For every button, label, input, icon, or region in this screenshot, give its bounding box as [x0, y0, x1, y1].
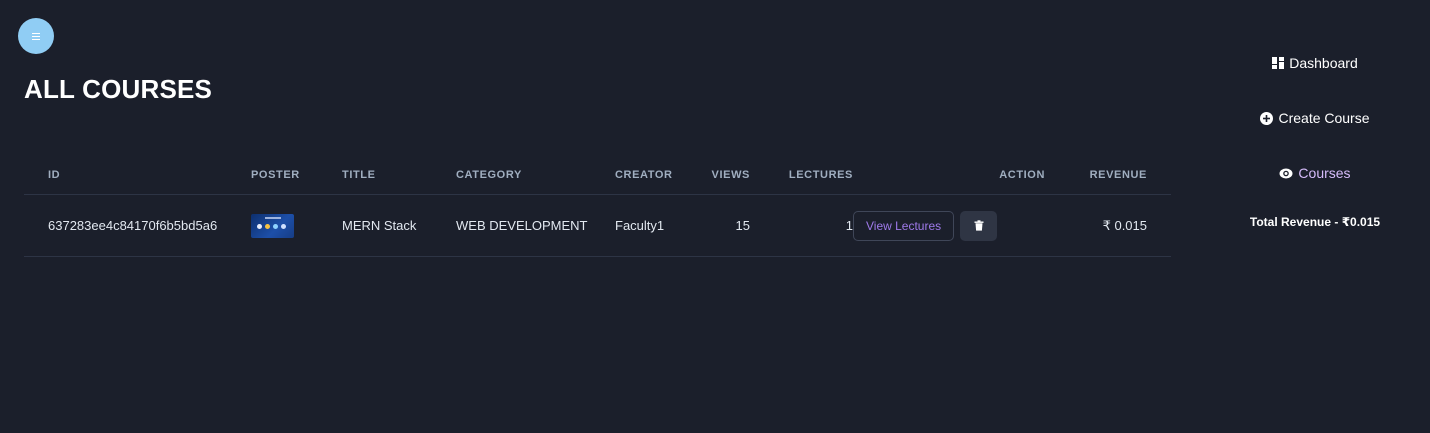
- course-revenue: ₹ 0.015: [1045, 194, 1171, 257]
- eye-icon: [1279, 168, 1293, 178]
- delete-course-button[interactable]: [960, 210, 998, 241]
- view-lectures-button[interactable]: View Lectures: [853, 210, 955, 241]
- course-title: MERN Stack: [342, 194, 456, 257]
- table-body: 637283ee4c84170f6b5bd5a6 MERN Stack WEB …: [24, 194, 1171, 257]
- header-title: TITLE: [342, 156, 456, 195]
- course-category: WEB DEVELOPMENT: [456, 194, 615, 257]
- header-id: ID: [24, 156, 251, 195]
- courses-table: ID POSTER TITLE CATEGORY CREATOR VIEWS L…: [24, 156, 1171, 257]
- sidebar-item-dashboard[interactable]: Dashboard: [1200, 55, 1430, 71]
- hamburger-icon: [32, 32, 40, 40]
- action-cell: View Lectures: [853, 194, 1045, 257]
- poster-cell: [251, 194, 342, 257]
- total-revenue: Total Revenue - ₹0.015: [1249, 215, 1381, 229]
- header-category: CATEGORY: [456, 156, 615, 195]
- course-lectures: 1: [750, 194, 853, 257]
- sidebar: Dashboard Create Course Courses Total Re…: [1200, 0, 1430, 433]
- table-row: 637283ee4c84170f6b5bd5a6 MERN Stack WEB …: [24, 194, 1171, 257]
- header-row: ID POSTER TITLE CATEGORY CREATOR VIEWS L…: [24, 156, 1171, 195]
- course-creator: Faculty1: [615, 194, 695, 257]
- header-creator: CREATOR: [615, 156, 695, 195]
- course-id: 637283ee4c84170f6b5bd5a6: [24, 194, 251, 257]
- admin-courses-page: ALL COURSES ID POSTER TITLE CATEGORY CRE…: [0, 0, 1430, 433]
- sidebar-item-courses[interactable]: Courses: [1200, 165, 1430, 181]
- sidebar-item-label: Create Course: [1278, 110, 1370, 126]
- course-views: 15: [695, 194, 750, 257]
- sidebar-item-label: Courses: [1298, 165, 1351, 181]
- sidebar-item-label: Dashboard: [1289, 55, 1358, 71]
- course-poster-image: [251, 213, 294, 238]
- header-action: ACTION: [853, 156, 1045, 195]
- header-revenue: REVENUE: [1045, 156, 1171, 195]
- trash-icon: [974, 220, 984, 231]
- header-views: VIEWS: [695, 156, 750, 195]
- page-title: ALL COURSES: [24, 74, 213, 104]
- plus-circle-icon: [1260, 111, 1274, 125]
- dashboard-icon: [1272, 57, 1285, 69]
- header-lectures: LECTURES: [750, 156, 853, 195]
- table-header: ID POSTER TITLE CATEGORY CREATOR VIEWS L…: [24, 156, 1171, 195]
- action-buttons: View Lectures: [853, 210, 998, 241]
- menu-toggle-button[interactable]: [18, 18, 54, 54]
- sidebar-item-create-course[interactable]: Create Course: [1200, 110, 1430, 126]
- header-poster: POSTER: [251, 156, 342, 195]
